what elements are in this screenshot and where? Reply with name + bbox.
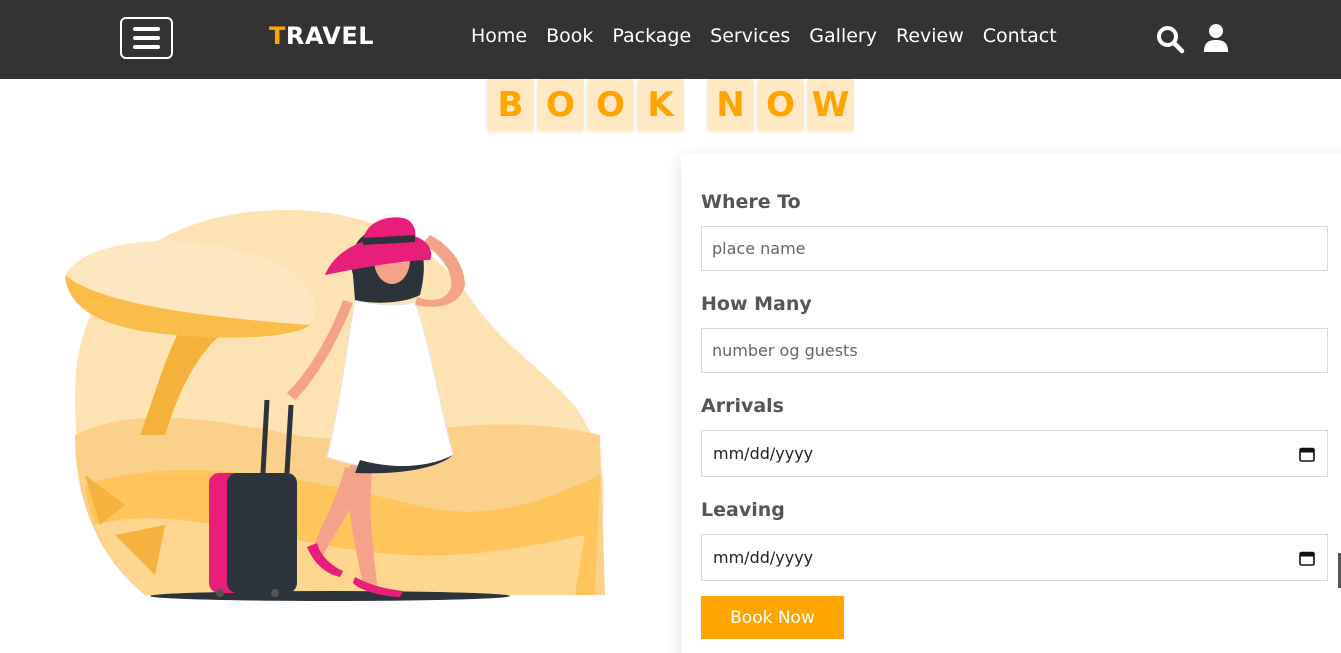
menu-icon[interactable] — [120, 17, 173, 59]
main-nav: Home Book Package Services Gallery Revie… — [471, 25, 1057, 47]
arrivals-date-value: mm/dd/yyyy — [713, 444, 814, 463]
calendar-icon[interactable] — [1299, 446, 1315, 462]
book-now-heading: B O O K N O W — [0, 79, 1341, 131]
heading-letter: N — [707, 79, 754, 131]
nav-package[interactable]: Package — [612, 25, 691, 47]
heading-letter: W — [807, 79, 854, 131]
nav-book[interactable]: Book — [546, 25, 593, 47]
user-icon[interactable] — [1202, 23, 1230, 53]
leaving-date-input[interactable]: mm/dd/yyyy — [701, 534, 1328, 581]
nav-home[interactable]: Home — [471, 25, 527, 47]
traveler-illustration — [65, 210, 605, 601]
leaving-date-value: mm/dd/yyyy — [713, 548, 814, 567]
calendar-icon[interactable] — [1299, 550, 1315, 566]
where-to-input[interactable] — [701, 226, 1328, 271]
arrivals-date-input[interactable]: mm/dd/yyyy — [701, 430, 1328, 477]
heading-letter: K — [637, 79, 684, 131]
nav-contact[interactable]: Contact — [983, 25, 1057, 47]
heading-word-book: B O O K — [487, 79, 684, 131]
guests-input[interactable] — [701, 328, 1328, 373]
arrivals-label: Arrivals — [701, 395, 784, 417]
heading-letter: O — [537, 79, 584, 131]
heading-letter: O — [587, 79, 634, 131]
nav-review[interactable]: Review — [896, 25, 964, 47]
header: TRAVEL Home Book Package Services Galler… — [0, 0, 1341, 79]
book-now-button[interactable]: Book Now — [701, 596, 844, 639]
heading-word-now: N O W — [707, 79, 854, 131]
leaving-label: Leaving — [701, 499, 785, 521]
logo[interactable]: TRAVEL — [269, 22, 374, 50]
heading-letter: O — [757, 79, 804, 131]
where-to-label: Where To — [701, 191, 801, 213]
how-many-label: How Many — [701, 293, 812, 315]
nav-services[interactable]: Services — [710, 25, 790, 47]
heading-letter: B — [487, 79, 534, 131]
search-icon[interactable] — [1155, 24, 1185, 54]
nav-gallery[interactable]: Gallery — [809, 25, 877, 47]
